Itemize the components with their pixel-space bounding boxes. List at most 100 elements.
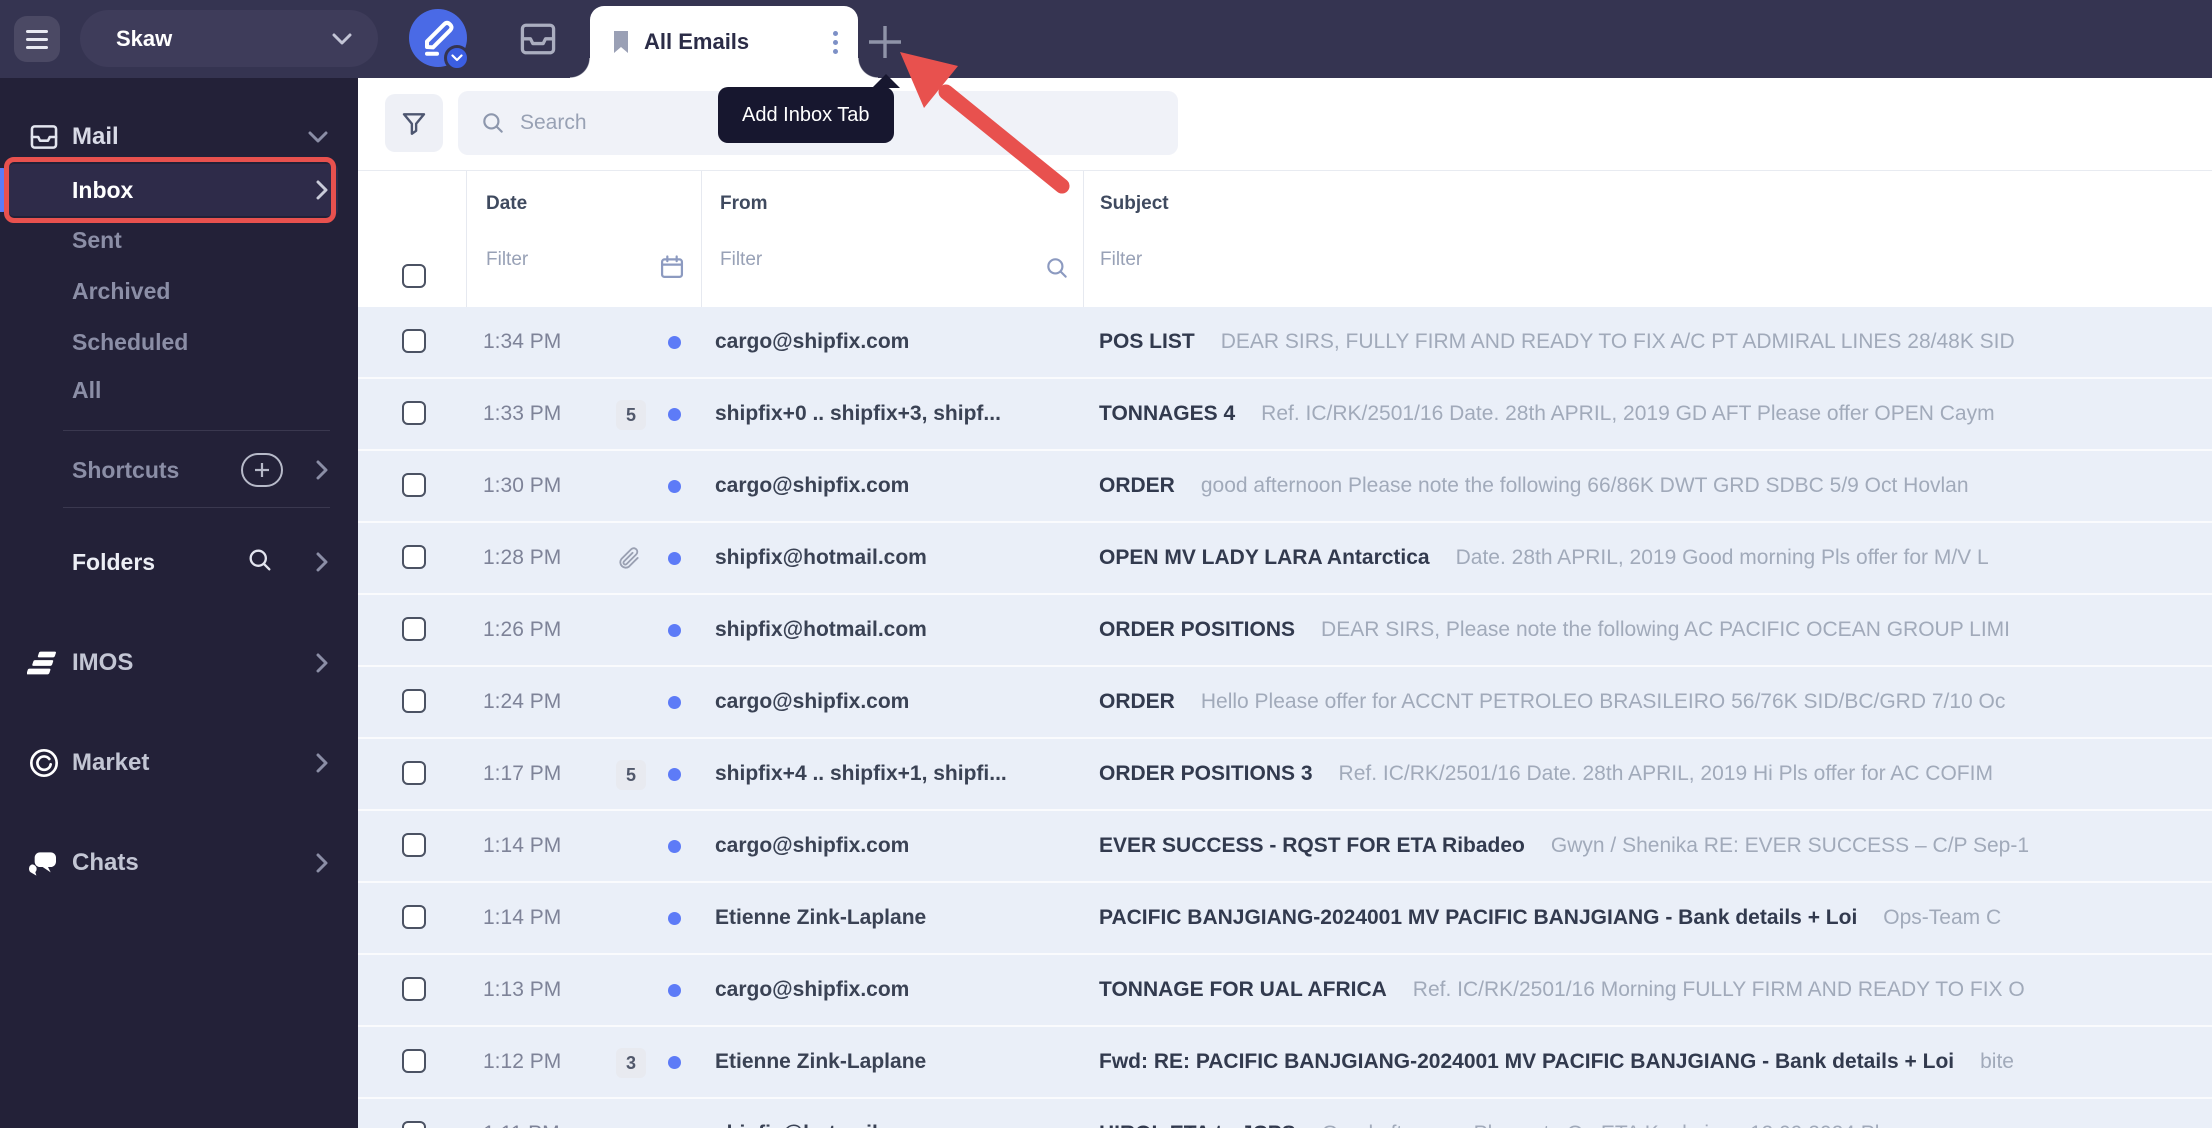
email-subject: TONNAGES 4 — [1099, 402, 1235, 426]
email-subject: OPEN MV LADY LARA Antarctica — [1099, 546, 1430, 570]
sidebar-item-label: Mail — [72, 123, 119, 151]
email-preview: Date. 28th APRIL, 2019 Good morning Pls … — [1456, 546, 1989, 570]
workspace-selector[interactable]: Skaw — [80, 10, 378, 67]
inbox-tray-icon[interactable] — [516, 17, 560, 61]
menu-hamburger-button[interactable] — [14, 16, 60, 62]
email-row[interactable]: 1:26 PM shipfix@hotmail.com ORDER POSITI… — [358, 595, 2212, 667]
email-time: 1:17 PM — [483, 739, 561, 809]
email-preview: Ref. IC/RK/2501/16 Date. 28th APRIL, 201… — [1339, 762, 1993, 786]
subject-filter-input[interactable] — [1100, 249, 1320, 271]
email-subject: TONNAGE FOR UAL AFRICA — [1099, 978, 1387, 1002]
row-checkbox[interactable] — [402, 401, 426, 425]
sidebar-item-label: Archived — [72, 278, 170, 305]
sidebar-item-sent[interactable]: Sent — [0, 215, 358, 265]
sidebar-item-mail[interactable]: Mail — [0, 112, 358, 162]
email-preview: Good afternoon Pls quote On ETA Kaohsiun… — [1322, 1122, 1890, 1128]
sidebar-item-folders[interactable]: Folders — [0, 537, 358, 587]
email-time: 1:14 PM — [483, 883, 561, 953]
email-row[interactable]: 1:11 PM shipfix@hotmail.co HIROL ETA to … — [358, 1099, 2212, 1128]
sidebar-item-label: Market — [72, 749, 149, 777]
mail-tray-icon — [26, 119, 62, 155]
email-subject: ORDER POSITIONS — [1099, 618, 1295, 642]
email-row[interactable]: 1:17 PM 5 shipfix+4 .. shipfix+1, shipfi… — [358, 739, 2212, 811]
email-time: 1:11 PM — [483, 1099, 560, 1128]
email-row[interactable]: 1:24 PM cargo@shipfix.com ORDER Hello Pl… — [358, 667, 2212, 739]
email-row[interactable]: 1:13 PM cargo@shipfix.com TONNAGE FOR UA… — [358, 955, 2212, 1027]
email-sender: shipfix@hotmail.com — [715, 523, 1091, 593]
email-time: 1:28 PM — [483, 523, 561, 593]
row-checkbox[interactable] — [402, 545, 426, 569]
chevron-right-icon — [316, 853, 328, 873]
compose-avatar-button[interactable] — [409, 9, 467, 67]
thread-count-badge: 5 — [616, 400, 646, 430]
add-shortcut-button[interactable] — [241, 453, 283, 487]
sidebar-item-all[interactable]: All — [0, 365, 358, 415]
email-row[interactable]: 1:12 PM 3 Etienne Zink-Laplane Fwd: RE: … — [358, 1027, 2212, 1099]
add-tab-button[interactable] — [866, 23, 904, 61]
sidebar-item-chats[interactable]: Chats — [0, 838, 358, 888]
filter-button[interactable] — [385, 94, 443, 152]
email-row[interactable]: 1:14 PM cargo@shipfix.com EVER SUCCESS -… — [358, 811, 2212, 883]
email-row[interactable]: 1:28 PM shipfix@hotmail.com OPEN MV LADY… — [358, 523, 2212, 595]
divider — [63, 507, 330, 508]
row-checkbox[interactable] — [402, 1049, 426, 1073]
sidebar-item-inbox[interactable]: Inbox — [0, 165, 358, 215]
email-subject-cell: EVER SUCCESS - RQST FOR ETA Ribadeo Gwyn… — [1099, 811, 2212, 881]
tooltip-caret — [872, 74, 900, 88]
email-subject-cell: TONNAGE FOR UAL AFRICA Ref. IC/RK/2501/1… — [1099, 955, 2212, 1025]
email-subject-cell: ORDER POSITIONS 3 Ref. IC/RK/2501/16 Dat… — [1099, 739, 2212, 809]
column-header-from: From — [720, 193, 768, 215]
row-checkbox[interactable] — [402, 833, 426, 857]
email-time: 1:14 PM — [483, 811, 561, 881]
from-filter-input[interactable] — [720, 249, 1020, 271]
tab-options-icon[interactable] — [833, 31, 838, 54]
avatar-dropdown-badge[interactable] — [444, 45, 470, 71]
email-row[interactable]: 1:34 PM cargo@shipfix.com POS LIST DEAR … — [358, 307, 2212, 379]
search-folders-icon[interactable] — [246, 546, 274, 579]
sidebar-item-archived[interactable]: Archived — [0, 266, 358, 316]
thread-count-badge: 3 — [616, 1048, 646, 1078]
unread-dot — [668, 408, 681, 421]
email-sender: shipfix+0 .. shipfix+3, shipf... — [715, 379, 1091, 449]
row-checkbox[interactable] — [402, 617, 426, 641]
calendar-icon[interactable] — [658, 253, 686, 281]
email-row[interactable]: 1:33 PM 5 shipfix+0 .. shipfix+3, shipf.… — [358, 379, 2212, 451]
row-checkbox[interactable] — [402, 1121, 426, 1128]
row-checkbox[interactable] — [402, 329, 426, 353]
thread-count-badge: 5 — [616, 760, 646, 790]
sidebar-item-scheduled[interactable]: Scheduled — [0, 317, 358, 367]
row-checkbox[interactable] — [402, 473, 426, 497]
select-all-checkbox[interactable] — [402, 264, 426, 288]
email-row[interactable]: 1:30 PM cargo@shipfix.com ORDER good aft… — [358, 451, 2212, 523]
email-time: 1:24 PM — [483, 667, 561, 737]
email-rows: 1:34 PM cargo@shipfix.com POS LIST DEAR … — [358, 307, 2212, 1128]
sidebar-item-market[interactable]: Market — [0, 738, 358, 788]
market-icon — [26, 745, 62, 781]
unread-dot — [668, 696, 681, 709]
chevron-right-icon — [316, 653, 328, 673]
email-time: 1:13 PM — [483, 955, 561, 1025]
tab-flare-left — [570, 58, 590, 78]
tab-all-emails[interactable]: All Emails — [590, 6, 858, 78]
chevron-right-icon — [316, 552, 328, 572]
email-subject-cell: ORDER POSITIONS DEAR SIRS, Please note t… — [1099, 595, 2212, 665]
sidebar-item-label: Chats — [72, 849, 139, 877]
row-checkbox[interactable] — [402, 689, 426, 713]
date-filter-input[interactable] — [486, 249, 636, 271]
row-checkbox[interactable] — [402, 761, 426, 785]
email-row[interactable]: 1:14 PM Etienne Zink-Laplane PACIFIC BAN… — [358, 883, 2212, 955]
email-sender: Etienne Zink-Laplane — [715, 1027, 1091, 1097]
email-subject: PACIFIC BANJGIANG-2024001 MV PACIFIC BAN… — [1099, 906, 1857, 930]
sidebar-item-imos[interactable]: IMOS — [0, 638, 358, 688]
workspace-name: Skaw — [116, 26, 172, 52]
paperclip-icon — [616, 546, 642, 577]
search-icon — [480, 110, 506, 136]
row-checkbox[interactable] — [402, 977, 426, 1001]
divider — [63, 430, 330, 431]
unread-dot — [668, 552, 681, 565]
sidebar-item-shortcuts[interactable]: Shortcuts — [0, 445, 358, 495]
row-checkbox[interactable] — [402, 905, 426, 929]
unread-dot — [668, 984, 681, 997]
chevron-right-icon — [316, 753, 328, 773]
email-sender: cargo@shipfix.com — [715, 307, 1091, 377]
